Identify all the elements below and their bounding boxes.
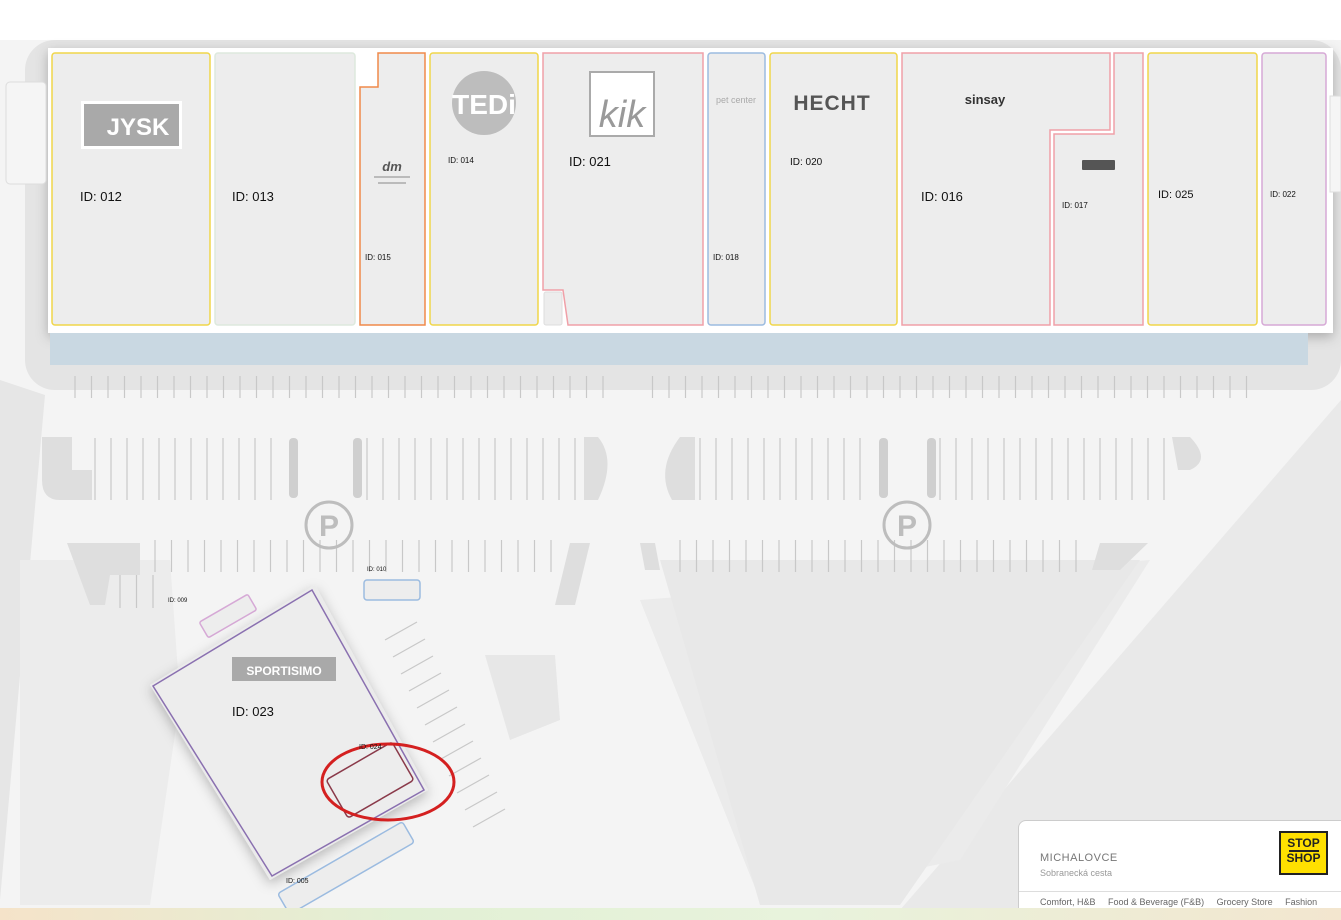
store-id-label: ID: 020 — [790, 157, 823, 168]
unit-012[interactable] — [51, 52, 211, 326]
parking-letter: P — [319, 510, 339, 543]
side-tab-left — [5, 81, 47, 185]
unit-018[interactable] — [707, 52, 766, 326]
side-tab-right — [1329, 95, 1341, 193]
parking-divider-3 — [879, 438, 888, 498]
store-id-label: ID: 015 — [365, 253, 391, 262]
jysk-wordmark: JYSK — [107, 114, 170, 141]
sportisimo-wordmark: SPORTISIMO — [246, 664, 321, 678]
unit-017-logo — [1082, 160, 1115, 170]
site-map: P P JYSK dm TEDi kik pet center HECHT si… — [0, 0, 1341, 920]
store-id-label: ID: 022 — [1270, 190, 1296, 199]
divider — [1019, 891, 1341, 892]
category-filter[interactable]: Grocery Store — [1217, 897, 1273, 907]
category-filter[interactable]: Fashion — [1285, 897, 1317, 907]
store-id-label: ID: 018 — [713, 253, 739, 262]
store-id-label: ID: 010 — [367, 567, 387, 573]
store-id-label: ID: 025 — [1158, 189, 1193, 201]
sportisimo-logo: SPORTISIMO — [232, 657, 336, 681]
store-id-label: ID: 016 — [921, 189, 963, 204]
unit-022[interactable] — [1261, 52, 1327, 326]
store-id-label: ID: 024 — [359, 744, 382, 751]
store-id-label: ID: 014 — [448, 156, 474, 165]
lawn-area-3 — [20, 560, 180, 905]
store-id-label: ID: 021 — [569, 154, 611, 169]
info-panel: MICHALOVCE Sobranecká cesta STOP SHOP Co… — [1018, 820, 1341, 920]
hecht-logo: HECHT — [793, 92, 870, 115]
dm-wordmark: dm — [382, 159, 402, 174]
unit-015[interactable] — [359, 52, 426, 326]
tedi-wordmark: TEDi — [452, 89, 516, 120]
parking-letter: P — [897, 510, 917, 543]
unit-010[interactable] — [363, 579, 421, 601]
store-id-label: ID: 017 — [1062, 201, 1088, 210]
pet-center-logo: pet center — [716, 95, 756, 105]
store-id-label: ID: 023 — [232, 704, 274, 719]
category-filters: Comfort, H&B Food & Beverage (F&B) Groce… — [1040, 897, 1327, 907]
parking-divider-1 — [289, 438, 298, 498]
store-id-label: ID: 012 — [80, 189, 122, 204]
store-id-label: ID: 009 — [168, 598, 188, 604]
parking-divider-2 — [353, 438, 362, 498]
category-filter[interactable]: Food & Beverage (F&B) — [1108, 897, 1204, 907]
tedi-logo: TEDi — [452, 71, 516, 135]
canopy — [50, 333, 1308, 365]
street-name: Sobranecká cesta — [1040, 868, 1113, 878]
city-name: MICHALOVCE — [1040, 852, 1118, 864]
parking-divider-4 — [927, 438, 936, 498]
sinsay-logo: sinsay — [965, 92, 1006, 107]
kik-logo: kik — [589, 71, 655, 137]
kik-wordmark: kik — [599, 94, 647, 136]
bottom-bar — [0, 908, 1341, 920]
stop-shop-logo: STOP SHOP — [1279, 831, 1328, 875]
category-filter[interactable]: Comfort, H&B — [1040, 897, 1096, 907]
store-id-label: ID: 005 — [286, 878, 309, 885]
logo-bottom-text: SHOP — [1286, 851, 1321, 865]
map-stage: P P JYSK dm TEDi kik pet center HECHT si… — [0, 0, 1341, 920]
jysk-logo: JYSK — [81, 101, 182, 149]
logo-top-text: STOP — [1287, 836, 1320, 850]
unit-small[interactable] — [543, 291, 563, 326]
store-id-label: ID: 013 — [232, 189, 274, 204]
